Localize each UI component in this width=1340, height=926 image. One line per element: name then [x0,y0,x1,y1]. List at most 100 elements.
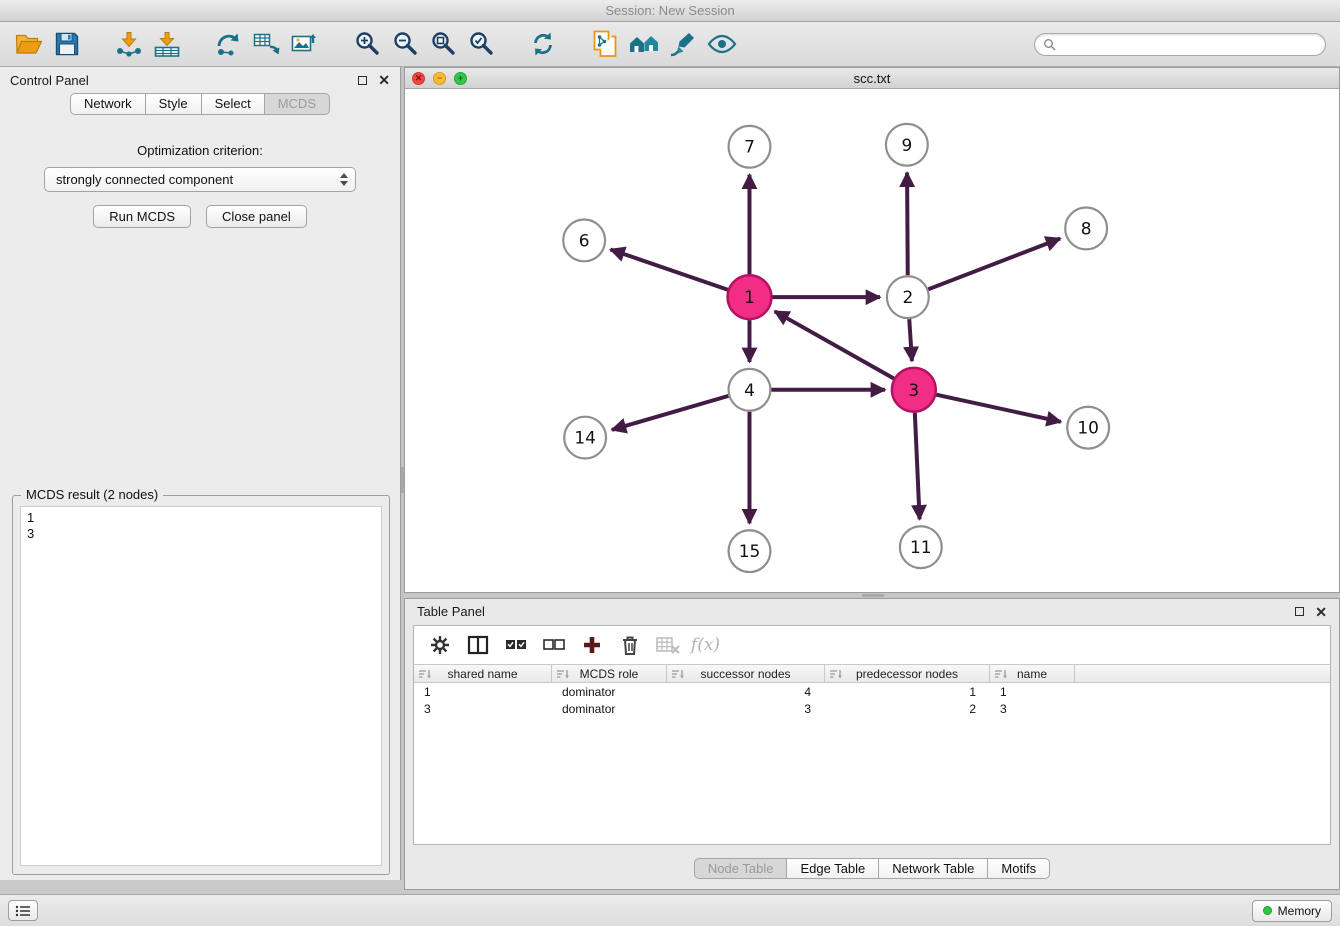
graph-node-15[interactable]: 15 [729,530,771,572]
tab-node-table[interactable]: Node Table [694,858,788,879]
mcds-result-list[interactable]: 13 [20,506,382,866]
mcds-result-group: MCDS result (2 nodes) 13 [12,495,390,875]
save-session-button[interactable] [48,26,86,62]
delete-column-button[interactable] [614,631,645,659]
add-column-button[interactable] [576,631,607,659]
table-panel-tabs: Node TableEdge TableNetwork TableMotifs [405,847,1339,889]
eye-icon [706,30,738,58]
deselect-all-button[interactable] [538,631,569,659]
import-network-icon [114,30,144,58]
clone-network-button[interactable] [210,26,248,62]
close-panel-icon[interactable]: ✕ [378,75,390,85]
column-header-label: name [1017,667,1047,681]
tab-mcds[interactable]: MCDS [264,93,330,115]
graph-edge-2-3[interactable] [909,319,912,361]
dropdown-stepper-icon [340,173,348,186]
graph-node-10[interactable]: 10 [1067,407,1109,449]
graph-edge-2-9[interactable] [907,173,908,276]
zoom-in-button[interactable] [348,26,386,62]
graph-edge-3-10[interactable] [936,395,1061,422]
show-columns-button[interactable] [462,631,493,659]
task-history-button[interactable] [8,900,38,921]
graph-node-1[interactable]: 1 [728,275,772,319]
graph-edge-2-8[interactable] [928,239,1060,290]
graph-node-7[interactable]: 7 [729,126,771,168]
table-row[interactable]: 3dominator323 [414,700,1330,717]
run-mcds-button[interactable]: Run MCDS [93,205,191,228]
window-title: Session: New Session [605,3,734,18]
svg-text:4: 4 [744,380,755,400]
table-header-row: shared nameMCDS rolesuccessor nodes prede… [414,664,1330,683]
graph-node-3[interactable]: 3 [892,368,936,412]
network-window-titlebar: scc.txt ✕ − + [405,68,1339,89]
tab-network[interactable]: Network [70,93,146,115]
control-panel-title: Control Panel [10,73,89,88]
graph-edge-1-6[interactable] [611,249,728,289]
graph-node-11[interactable]: 11 [900,526,942,568]
select-all-button[interactable] [500,631,531,659]
graph-node-14[interactable]: 14 [564,417,606,459]
graph-node-2[interactable]: 2 [887,276,929,318]
column-header-mcds-role[interactable]: MCDS role [552,665,667,682]
first-neighbors-button[interactable] [624,26,664,62]
column-header-label: predecessor nodes [856,667,958,681]
close-panel-icon[interactable]: ✕ [1315,607,1327,617]
column-header-name[interactable]: name [990,665,1075,682]
column-header-predecessor-nodes[interactable]: predecessor nodes [825,665,990,682]
network-graph[interactable]: 7 9 6 8 1 2 4 3 10 14 15 11 [405,89,1339,592]
search-box[interactable] [1034,33,1326,56]
graph-edge-3-1[interactable] [775,311,894,378]
zoom-in-icon [353,30,381,58]
tab-style[interactable]: Style [145,93,202,115]
delete-table-button[interactable] [652,631,683,659]
refresh-button[interactable] [524,26,562,62]
table-settings-button[interactable] [424,631,455,659]
memory-button[interactable]: Memory [1252,900,1332,922]
float-panel-icon[interactable] [1295,607,1304,616]
close-panel-button[interactable]: Close panel [206,205,307,228]
graph-node-8[interactable]: 8 [1065,208,1107,250]
svg-text:9: 9 [901,135,912,155]
export-image-button[interactable] [286,26,324,62]
minimize-window-icon[interactable]: − [433,72,446,85]
paint-style-button[interactable] [664,26,702,62]
tab-network-table[interactable]: Network Table [878,858,988,879]
copy-view-icon [590,29,620,59]
search-input[interactable] [1061,37,1317,51]
zoom-out-button[interactable] [386,26,424,62]
show-hide-button[interactable] [702,26,742,62]
table-panel-title: Table Panel [417,604,485,619]
splitter-grip [862,594,884,597]
graph-edge-3-11[interactable] [915,413,920,520]
import-table-button[interactable] [148,26,186,62]
tab-select[interactable]: Select [201,93,265,115]
copy-view-button[interactable] [586,26,624,62]
paint-style-icon [668,30,698,58]
graph-edge-4-14[interactable] [612,396,729,430]
graph-node-4[interactable]: 4 [729,369,771,411]
open-folder-button[interactable] [10,26,48,62]
close-window-icon[interactable]: ✕ [412,72,425,85]
open-folder-icon [14,30,44,58]
table-cell: 1 [825,683,990,700]
float-panel-icon[interactable] [358,76,367,85]
zoom-fit-button[interactable] [424,26,462,62]
column-header-filler [1075,665,1330,682]
function-builder-button[interactable]: f(x) [690,631,721,659]
import-network-button[interactable] [110,26,148,62]
svg-text:7: 7 [744,137,755,157]
network-canvas[interactable]: 7 9 6 8 1 2 4 3 10 14 15 11 [405,89,1339,592]
column-header-successor-nodes[interactable]: successor nodes [667,665,825,682]
table-cell: 2 [825,700,990,717]
network-from-table-button[interactable] [248,26,286,62]
graph-node-9[interactable]: 9 [886,124,928,166]
first-neighbors-icon [628,30,660,58]
tab-motifs[interactable]: Motifs [987,858,1050,879]
zoom-selected-button[interactable] [462,26,500,62]
column-header-shared-name[interactable]: shared name [414,665,552,682]
zoom-window-icon[interactable]: + [454,72,467,85]
criterion-dropdown[interactable]: strongly connected component [44,167,356,192]
graph-node-6[interactable]: 6 [563,219,605,261]
tab-edge-table[interactable]: Edge Table [786,858,879,879]
table-row[interactable]: 1dominator411 [414,683,1330,700]
